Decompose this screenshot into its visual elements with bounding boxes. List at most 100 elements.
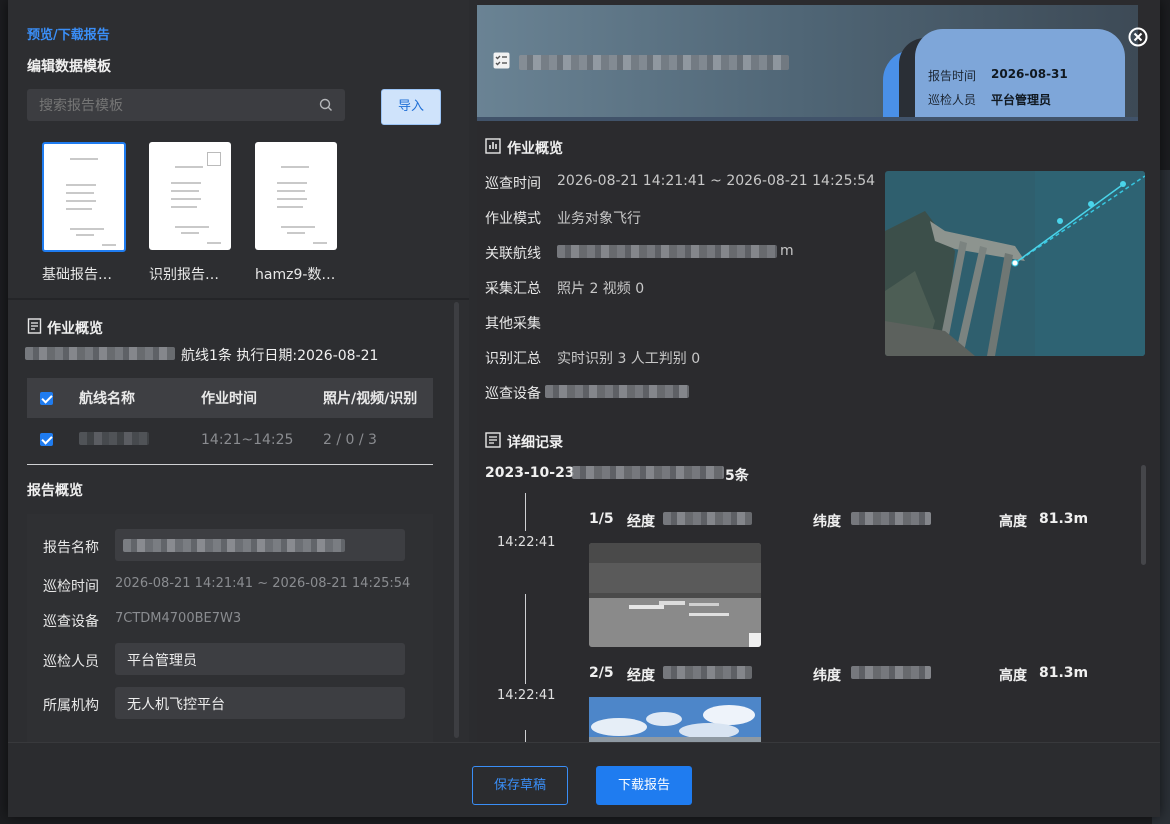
import-button[interactable]: 导入 — [381, 89, 441, 125]
row-checkbox[interactable] — [40, 433, 53, 446]
redacted-detail-summary — [572, 466, 724, 479]
organization-label: 所属机构 — [43, 698, 99, 714]
organization-value: 无人机飞控平台 — [127, 697, 225, 713]
table-row: 14:21~14:25 2 / 0 / 3 — [27, 418, 433, 465]
mode-value: 业务对象飞行 — [557, 211, 641, 227]
report-overview-title: 报告概览 — [27, 483, 83, 499]
checklist-icon — [493, 52, 510, 69]
redacted-longitude — [663, 666, 752, 679]
detail-date: 2023-10-23 — [485, 465, 575, 481]
divider — [8, 298, 469, 300]
longitude-label: 经度 — [627, 668, 655, 684]
left-panel: 预览/下载报告 编辑数据模板 导入 基础报告… — [8, 0, 469, 742]
redacted-route-name — [79, 432, 149, 445]
route-suffix: m — [780, 243, 794, 259]
collect-label: 采集汇总 — [485, 281, 541, 297]
patrol-device-label: 巡查设备 — [485, 386, 541, 402]
collect-value: 照片 2 视频 0 — [557, 281, 645, 297]
redacted-device — [545, 385, 689, 398]
timeline-line — [525, 730, 526, 742]
job-overview-title: 作业概览 — [507, 141, 563, 157]
banner-info-card: 报告时间 2026-08-31 巡检人员 平台管理员 — [915, 29, 1125, 117]
organization-field[interactable]: 无人机飞控平台 — [115, 687, 405, 719]
report-time-label: 报告时间 — [928, 69, 977, 83]
altitude-label: 高度 — [999, 668, 1027, 684]
search-icon[interactable] — [319, 98, 333, 112]
select-all-checkbox[interactable] — [40, 392, 53, 405]
record-time: 14:22:41 — [497, 688, 556, 703]
detail-count: 5条 — [725, 468, 749, 484]
altitude-label: 高度 — [999, 514, 1027, 530]
longitude-label: 经度 — [627, 514, 655, 530]
close-icon[interactable] — [1128, 27, 1148, 47]
other-collect-label: 其他采集 — [485, 316, 541, 332]
redacted-report-name — [123, 539, 345, 552]
header-inspector-label: 巡检人员 — [928, 93, 977, 107]
breadcrumb[interactable]: 预览/下载报告 — [27, 24, 110, 43]
altitude-value: 81.3m — [1039, 665, 1089, 681]
timeline-line — [525, 493, 526, 531]
download-report-button[interactable]: 下载报告 — [596, 766, 692, 805]
column-counts: 照片/视频/识别 — [323, 391, 418, 407]
latitude-label: 纬度 — [813, 514, 841, 530]
route-label: 关联航线 — [485, 246, 541, 262]
redacted-longitude — [663, 512, 752, 525]
altitude-value: 81.3m — [1039, 511, 1089, 527]
record-index: 1/5 — [589, 511, 614, 527]
recognition-value: 实时识别 3 人工判别 0 — [557, 351, 701, 367]
device-label: 巡查设备 — [43, 614, 99, 630]
document-icon — [27, 318, 42, 334]
template-thumbnail[interactable] — [149, 142, 231, 250]
redacted-report-title — [519, 55, 789, 70]
row-counts: 2 / 0 / 3 — [323, 432, 377, 448]
inspector-value: 平台管理员 — [127, 653, 197, 669]
template-name: hamz9-数… — [255, 267, 336, 283]
timeline-line — [525, 594, 526, 684]
column-work-time: 作业时间 — [201, 391, 257, 407]
redacted-latitude — [851, 512, 931, 525]
report-banner: 报告时间 2026-08-31 巡检人员 平台管理员 — [477, 5, 1138, 121]
patrol-time-label: 巡查时间 — [485, 176, 541, 192]
search-input[interactable] — [37, 95, 311, 117]
record-time: 14:22:41 — [497, 535, 556, 550]
redacted-route — [557, 245, 777, 258]
template-editor-title: 编辑数据模板 — [27, 59, 111, 75]
overview-title: 作业概览 — [47, 321, 103, 337]
template-name: 识别报告… — [149, 267, 219, 283]
latitude-label: 纬度 — [813, 668, 841, 684]
chart-icon — [485, 138, 501, 154]
scrollbar[interactable] — [454, 302, 459, 738]
report-time-value: 2026-08-31 — [991, 67, 1068, 81]
report-form: 报告名称 巡检时间 2026-08-21 14:21:41 ~ 2026-08-… — [27, 514, 433, 742]
column-route-name: 航线名称 — [79, 391, 135, 407]
sky-photo[interactable] — [589, 697, 761, 742]
report-name-field[interactable] — [115, 529, 405, 561]
template-thumbnail[interactable] — [42, 142, 126, 252]
recognition-label: 识别汇总 — [485, 351, 541, 367]
device-value: 7CTDM4700BE7W3 — [115, 611, 242, 626]
template-checkbox[interactable] — [207, 152, 221, 166]
detail-title: 详细记录 — [507, 435, 563, 451]
report-preview-panel: 报告时间 2026-08-31 巡检人员 平台管理员 作业概览 巡查时间 202… — [477, 0, 1160, 742]
inspection-time-label: 巡检时间 — [43, 579, 99, 595]
redacted-text — [25, 347, 175, 360]
record-index: 2/5 — [589, 665, 614, 681]
redacted-latitude — [851, 666, 931, 679]
mode-label: 作业模式 — [485, 211, 541, 227]
route-map[interactable] — [885, 171, 1145, 356]
dialog-footer: 保存草稿 下载报告 — [8, 742, 1160, 817]
template-name: 基础报告… — [42, 267, 112, 283]
patrol-time-value: 2026-08-21 14:21:41 ~ 2026-08-21 14:25:5… — [557, 173, 876, 189]
report-name-label: 报告名称 — [43, 540, 99, 556]
list-icon — [485, 432, 501, 448]
detail-scrollbar[interactable] — [1141, 465, 1146, 565]
thermal-photo[interactable] — [589, 543, 761, 647]
inspection-time-value: 2026-08-21 14:21:41 ~ 2026-08-21 14:25:5… — [115, 576, 411, 591]
inspector-field[interactable]: 平台管理员 — [115, 643, 405, 675]
row-time: 14:21~14:25 — [201, 432, 294, 448]
save-draft-button[interactable]: 保存草稿 — [472, 766, 568, 805]
template-thumbnail[interactable] — [255, 142, 337, 250]
overview-summary: 航线1条 执行日期:2026-08-21 — [181, 348, 379, 364]
inspector-label: 巡检人员 — [43, 654, 99, 670]
header-inspector-value: 平台管理员 — [991, 93, 1052, 107]
